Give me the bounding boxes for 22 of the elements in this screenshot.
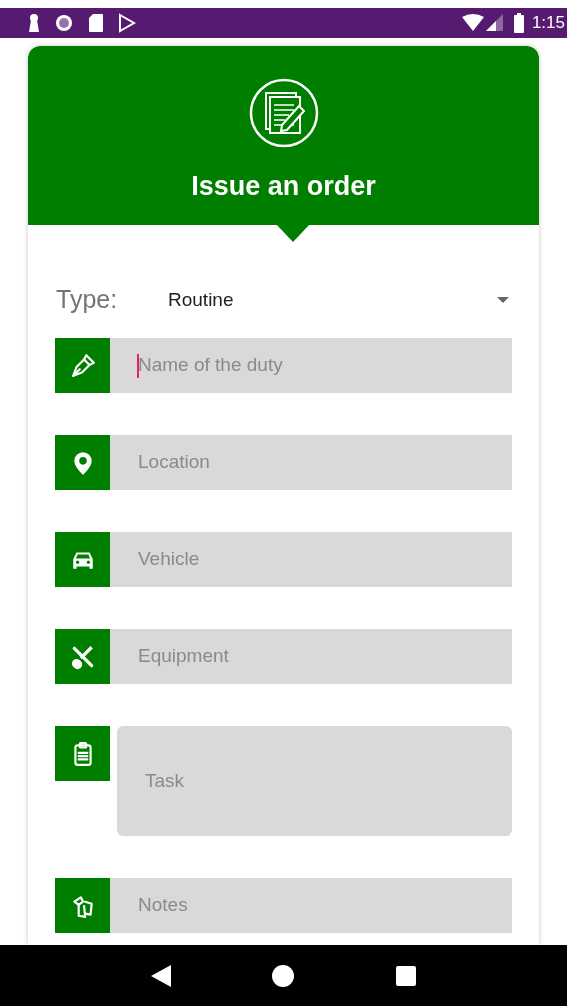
input-field[interactable]: Location bbox=[110, 435, 512, 490]
dropdown-caret-icon bbox=[497, 297, 509, 303]
home-button[interactable] bbox=[272, 964, 295, 987]
input-field[interactable]: Name of the duty bbox=[110, 338, 512, 393]
input-field[interactable]: Notes bbox=[110, 878, 512, 933]
keyhole-icon bbox=[28, 13, 40, 33]
recents-button[interactable] bbox=[396, 965, 417, 986]
input-field[interactable]: Equipment bbox=[110, 629, 512, 684]
back-button[interactable] bbox=[150, 964, 171, 987]
clock-time: 1:15 bbox=[531, 12, 565, 35]
circle-icon bbox=[54, 13, 74, 33]
type-dropdown[interactable]: Routine bbox=[168, 285, 509, 315]
sd-card-icon bbox=[88, 13, 104, 33]
signal-icon bbox=[485, 14, 504, 32]
header-title: Issue an order bbox=[191, 170, 376, 203]
notepad-pencil-icon bbox=[248, 78, 319, 148]
play-store-icon bbox=[118, 13, 136, 33]
task-text-area[interactable]: Task bbox=[117, 726, 512, 836]
pen-nib-icon bbox=[69, 352, 96, 379]
battery-icon bbox=[513, 13, 524, 33]
type-label: Type: bbox=[56, 284, 119, 316]
input-field[interactable]: Vehicle bbox=[110, 532, 512, 587]
